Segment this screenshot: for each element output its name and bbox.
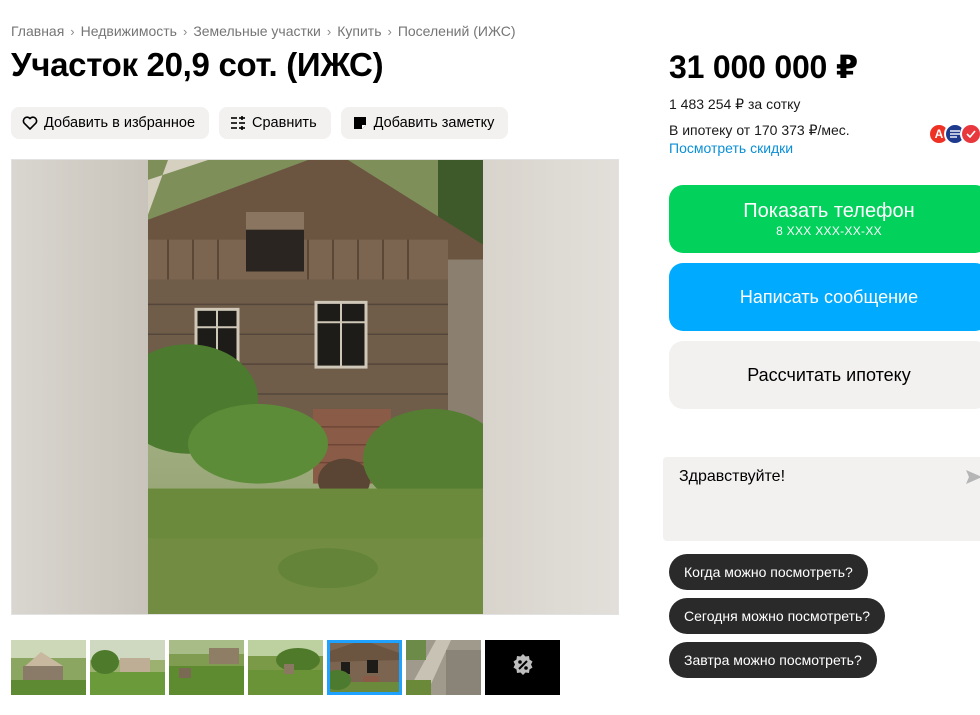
show-phone-button[interactable]: Показать телефон 8 XXX XXX-XX-XX: [669, 185, 980, 253]
add-to-favorites-button[interactable]: Добавить в избранное: [11, 107, 210, 139]
chevron-right-icon: ›: [326, 23, 332, 39]
thumbnail-more[interactable]: [485, 640, 560, 695]
send-icon[interactable]: [965, 469, 980, 490]
thumbnail-strip: [11, 640, 560, 695]
compare-label: Сравнить: [252, 115, 317, 131]
thumbnail[interactable]: [90, 640, 165, 695]
price-per-sotka: 1 483 254 ₽ за сотку: [669, 96, 801, 112]
price: 31 000 000 ₽: [669, 49, 858, 85]
chat-message-text: Здравствуйте!: [679, 468, 786, 485]
compare-icon: [230, 115, 246, 131]
discount-badge-icon: [511, 653, 535, 682]
heart-icon: [22, 115, 38, 131]
chevron-right-icon: ›: [70, 23, 75, 39]
main-photo-gallery[interactable]: [11, 159, 619, 615]
add-note-label: Добавить заметку: [373, 115, 495, 131]
breadcrumb-item-realty[interactable]: Недвижимость: [81, 23, 177, 39]
write-message-button[interactable]: Написать сообщение: [669, 263, 980, 331]
quick-question-tomorrow[interactable]: Завтра можно посмотреть?: [669, 642, 877, 678]
calculate-mortgage-label: Рассчитать ипотеку: [747, 364, 911, 385]
write-message-label: Написать сообщение: [739, 286, 919, 307]
listing-actions: Добавить в избранное Сравнить Добавить з…: [11, 107, 509, 139]
breadcrumb-item-land[interactable]: Земельные участки: [193, 23, 321, 39]
breadcrumb-item-izhs[interactable]: Поселений (ИЖС): [398, 23, 516, 39]
chat-message-field[interactable]: Здравствуйте!: [663, 457, 980, 541]
add-note-button[interactable]: Добавить заметку: [340, 107, 509, 139]
mortgage-monthly: В ипотеку от 170 373 ₽/мес.: [669, 122, 850, 138]
chevron-right-icon: ›: [182, 23, 188, 39]
thumbnail[interactable]: [11, 640, 86, 695]
vtb-bank-icon: [960, 123, 980, 145]
photo-blur-left: [12, 160, 148, 614]
calculate-mortgage-button[interactable]: Рассчитать ипотеку: [669, 341, 980, 409]
thumbnail-active[interactable]: [327, 640, 402, 695]
note-icon: [352, 115, 368, 131]
chevron-right-icon: ›: [387, 23, 392, 39]
show-phone-label: Показать телефон: [743, 200, 915, 222]
quick-question-today[interactable]: Сегодня можно посмотреть?: [669, 598, 886, 634]
phone-mask: 8 XXX XXX-XX-XX: [776, 224, 882, 238]
photo-blur-right: [480, 160, 618, 614]
thumbnail[interactable]: [406, 640, 481, 695]
breadcrumb-item-home[interactable]: Главная: [11, 23, 64, 39]
compare-button[interactable]: Сравнить: [219, 107, 331, 139]
page-title: Участок 20,9 сот. (ИЖС): [11, 46, 384, 83]
mortgage-banks[interactable]: А: [928, 123, 980, 145]
breadcrumb: Главная › Недвижимость › Земельные участ…: [11, 23, 515, 39]
add-to-favorites-label: Добавить в избранное: [44, 115, 196, 131]
quick-question-when[interactable]: Когда можно посмотреть?: [669, 554, 868, 590]
thumbnail[interactable]: [169, 640, 244, 695]
thumbnail[interactable]: [248, 640, 323, 695]
breadcrumb-item-buy[interactable]: Купить: [337, 23, 381, 39]
view-discounts-link[interactable]: Посмотреть скидки: [669, 140, 793, 156]
main-photo: [148, 160, 483, 614]
